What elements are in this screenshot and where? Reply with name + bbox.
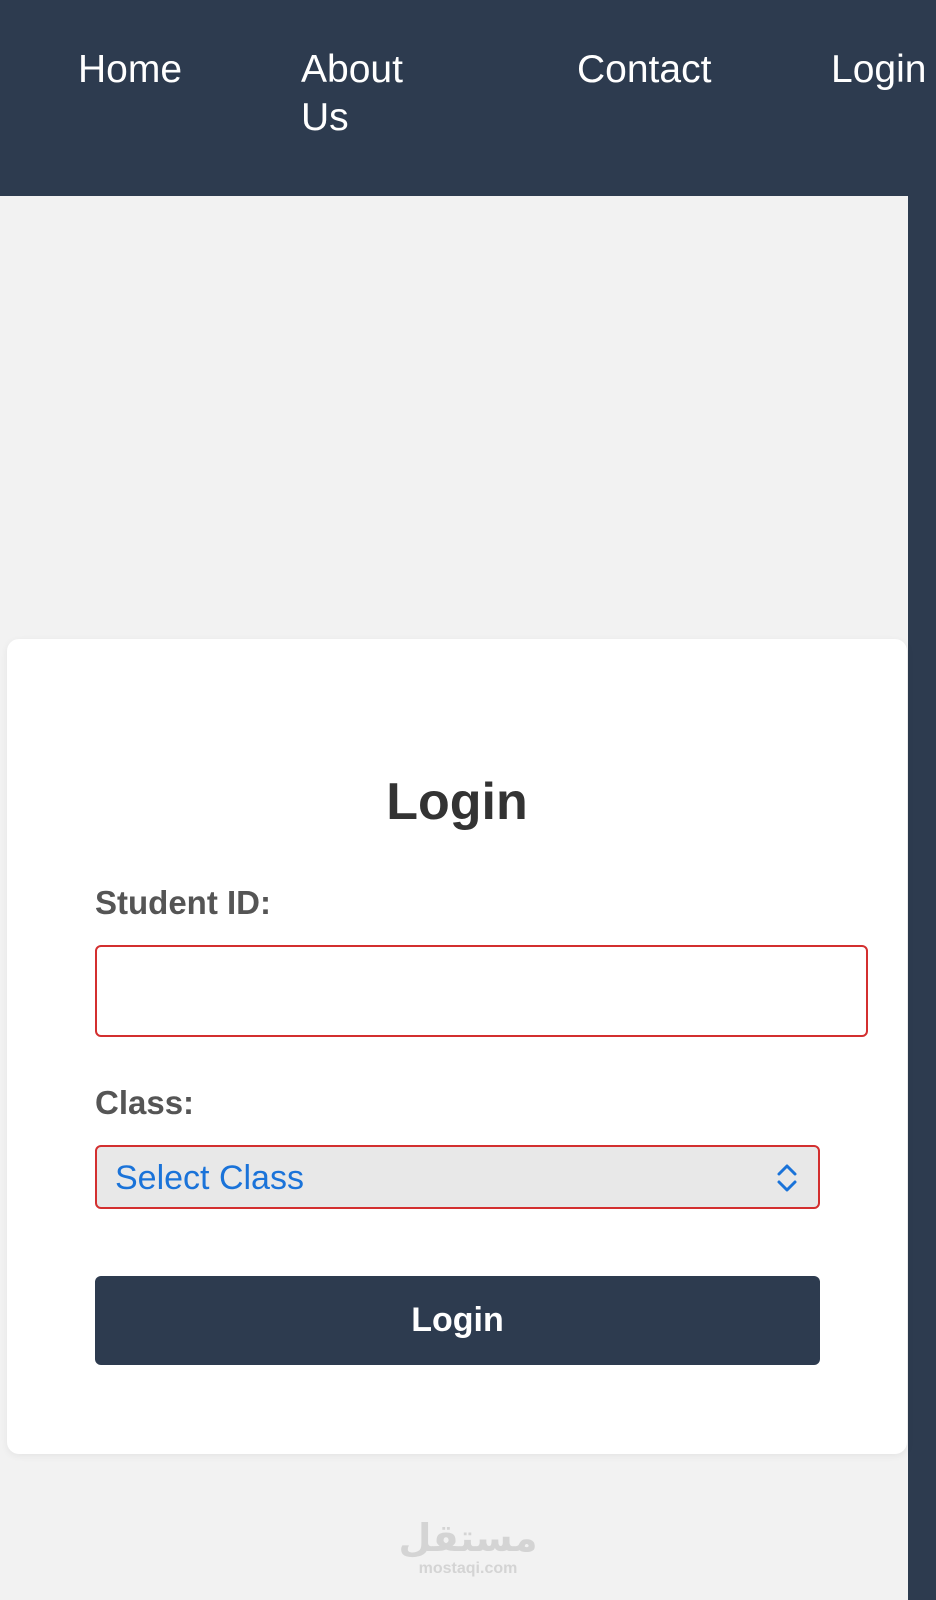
watermark-logo: مستقل [398, 1516, 538, 1560]
login-card: Login Student ID: Class: Select Class Lo… [7, 639, 907, 1454]
class-select[interactable]: Select Class [95, 1145, 820, 1209]
chevron-up-down-icon [774, 1162, 800, 1194]
class-label: Class: [95, 1084, 195, 1121]
watermark: مستقل mostaqi.com [398, 1516, 538, 1586]
nav-link-login[interactable]: Login [831, 46, 926, 94]
student-id-label: Student ID: [95, 884, 271, 921]
student-id-input[interactable] [95, 945, 868, 1037]
right-edge-strip [908, 196, 936, 1600]
class-select-value: Select Class [115, 1159, 304, 1197]
login-button[interactable]: Login [95, 1276, 820, 1365]
nav-link-contact[interactable]: Contact [577, 46, 711, 94]
top-navbar: Home About Us Contact Login [0, 0, 936, 196]
login-title: Login [386, 773, 528, 831]
watermark-url: mostaqi.com [418, 1560, 518, 1577]
nav-link-about-us[interactable]: About Us [301, 46, 421, 142]
nav-link-home[interactable]: Home [78, 46, 182, 94]
page: Home About Us Contact Login Login Studen… [0, 0, 936, 1600]
